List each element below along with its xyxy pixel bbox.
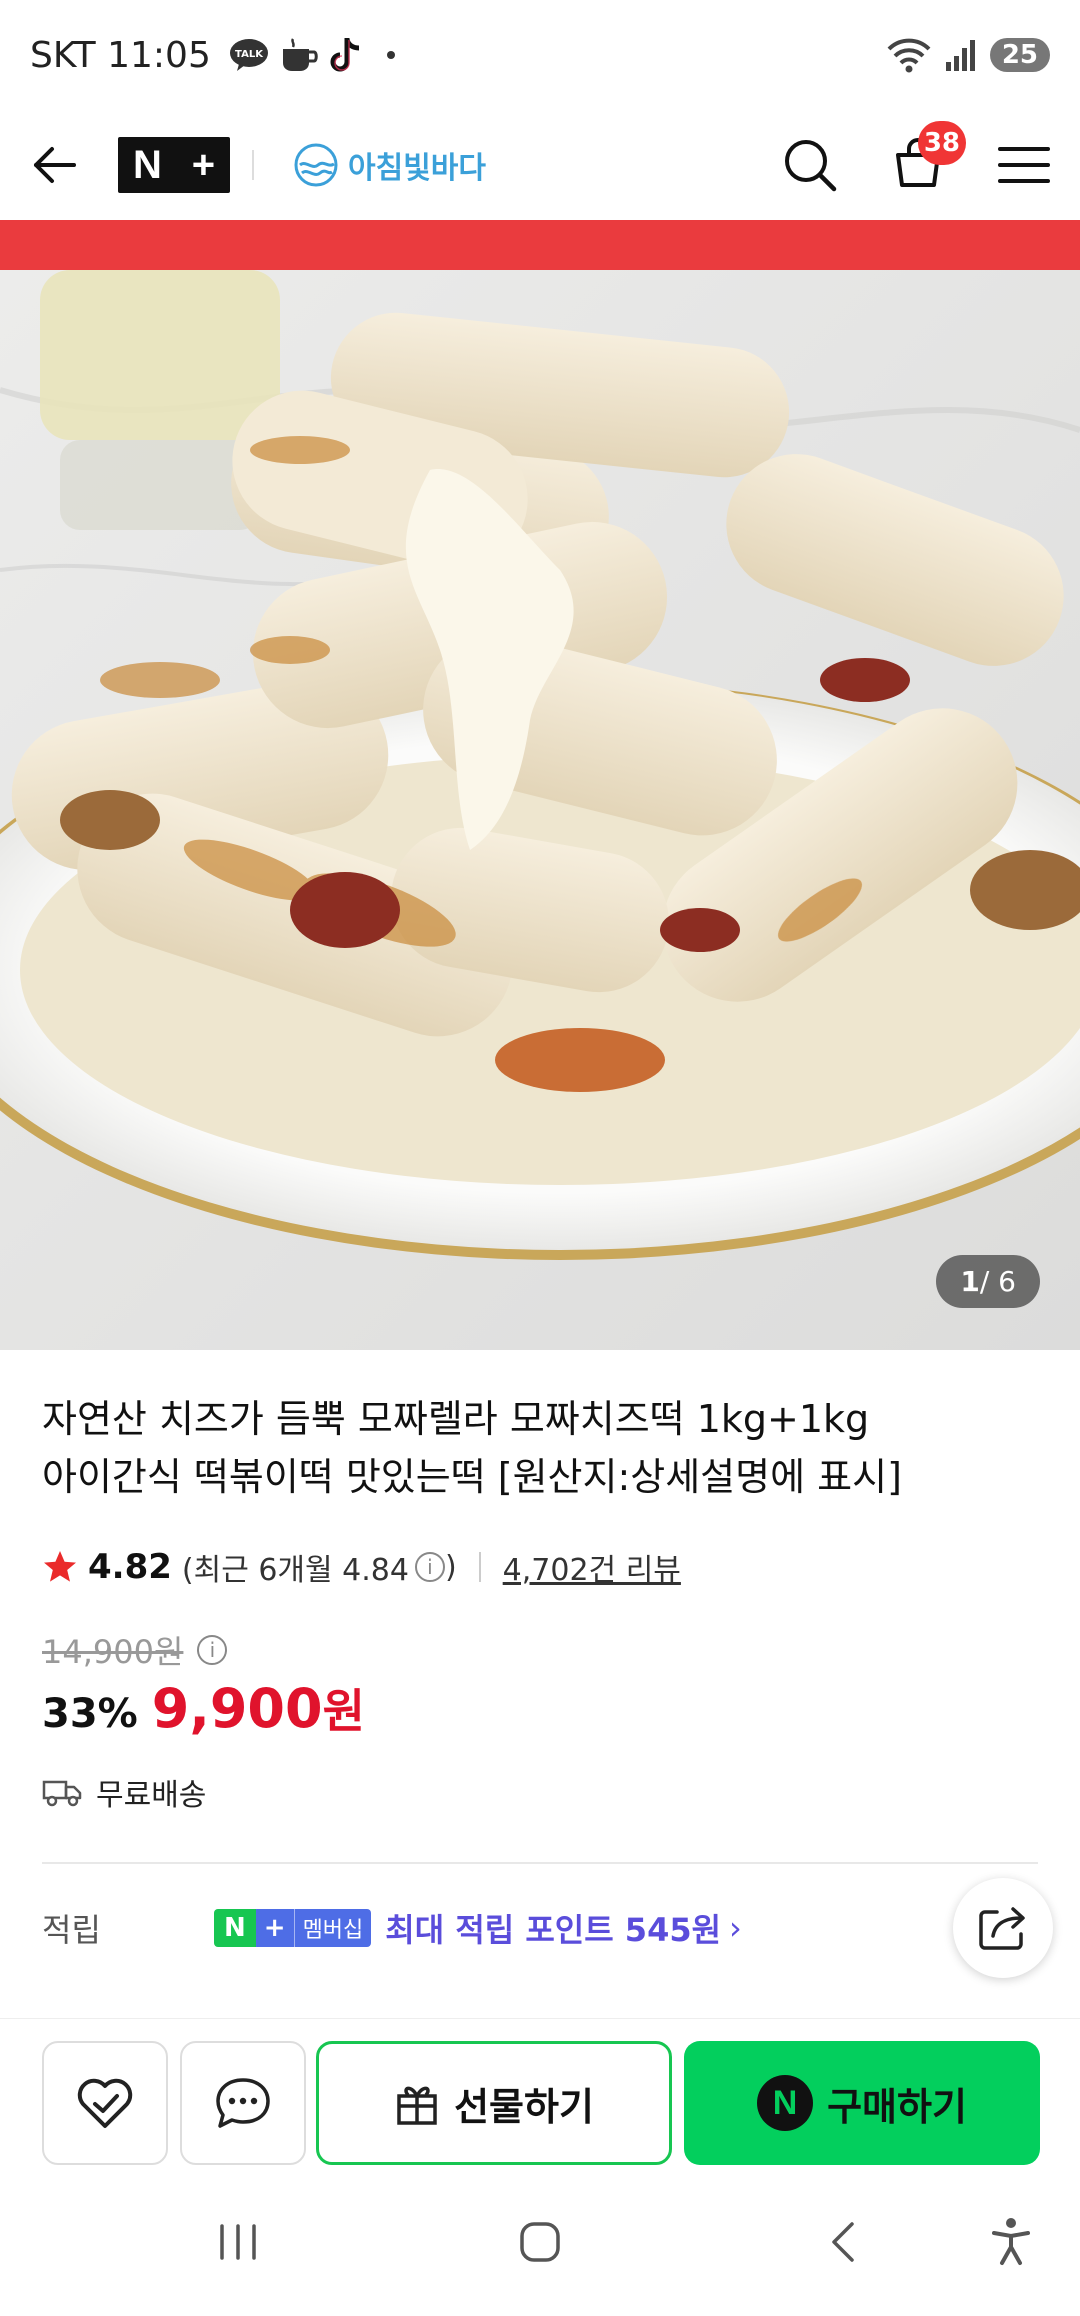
price-row: 33% 9,900 원 — [42, 1675, 365, 1741]
signal-icon — [945, 40, 975, 71]
price-info-icon[interactable]: i — [197, 1635, 228, 1665]
cart-button[interactable]: 38 — [890, 121, 966, 195]
status-bar: SKT 11:05 TALK 25 — [0, 0, 1080, 110]
purchase-action-bar: 선물하기 N 구매하기 — [0, 2018, 1080, 2168]
currency-unit: 원 — [322, 1684, 365, 1738]
gift-icon — [397, 2086, 437, 2125]
brand-name: 아침빛바다 — [348, 151, 486, 186]
max-points-text: 최대 적립 포인트 545원 — [385, 1911, 722, 1949]
battery-indicator: 25 — [989, 38, 1050, 72]
search-icon[interactable] — [782, 137, 838, 193]
delivery-label: 무료배송 — [96, 1778, 207, 1813]
promo-banner-strip — [0, 220, 1080, 270]
tiktok-icon — [330, 38, 360, 72]
share-icon — [979, 1907, 1025, 1950]
sale-price: 9,900 — [151, 1677, 323, 1740]
back-arrow-icon[interactable] — [30, 145, 78, 185]
share-button[interactable] — [953, 1878, 1053, 1978]
recent-rating: (최근 6개월 4.84 — [181, 1553, 409, 1588]
system-navigation-bar — [0, 2168, 1080, 2316]
rating-row: 4.82 (최근 6개월 4.84 i ) 4,702건 리뷰 — [42, 1545, 681, 1589]
original-price: 14,900원 i — [42, 1627, 228, 1673]
wave-logo-icon — [294, 143, 338, 187]
product-photo — [0, 270, 1080, 1350]
header-divider — [252, 150, 254, 180]
naver-pay-icon: N — [757, 2075, 814, 2131]
truncated-content — [42, 2005, 1038, 2017]
back-icon[interactable] — [828, 2220, 858, 2264]
svg-text:TALK: TALK — [235, 49, 264, 60]
review-count-link[interactable]: 4,702건 리뷰 — [503, 1545, 681, 1589]
naver-plus-logo[interactable]: N + — [118, 137, 230, 193]
menu-icon[interactable] — [998, 143, 1050, 187]
product-title: 자연산 치즈가 듬뿍 모짜렐라 모짜치즈떡 1kg+1kg 아이간식 떡볶이떡 … — [42, 1397, 902, 1499]
section-divider — [42, 1862, 1038, 1864]
more-notifications-dot — [386, 51, 395, 59]
gift-label: 선물하기 — [454, 2084, 594, 2129]
status-time: SKT 11:05 — [30, 34, 211, 76]
recent-apps-icon[interactable] — [216, 2222, 260, 2262]
gallery-counter: 1/ 6 — [936, 1255, 1040, 1308]
truck-icon — [42, 1780, 82, 1807]
chat-button[interactable] — [180, 2041, 306, 2165]
delivery-info: 무료배송 — [42, 1770, 206, 1814]
wifi-icon — [887, 38, 931, 73]
buy-label: 구매하기 — [827, 2084, 967, 2129]
chat-bubble-icon — [216, 2078, 270, 2128]
notification-icons: TALK — [229, 36, 395, 74]
gift-button[interactable]: 선물하기 — [316, 2041, 672, 2165]
product-image-gallery[interactable]: 1/ 6 — [0, 270, 1080, 1350]
membership-badge: N + 멤버십 — [214, 1909, 372, 1947]
home-icon[interactable] — [518, 2220, 562, 2264]
recent-rating-close: ) — [444, 1549, 457, 1585]
app-header: N + 아침빛바다 38 — [0, 110, 1080, 220]
accessibility-icon[interactable] — [990, 2217, 1032, 2267]
brand-logo[interactable]: 아침빛바다 — [294, 143, 486, 187]
heart-check-icon — [77, 2078, 133, 2128]
talk-icon: TALK — [229, 39, 268, 71]
rating-score: 4.82 — [88, 1547, 172, 1587]
rating-divider — [478, 1552, 481, 1582]
chevron-right-icon: › — [729, 1909, 742, 1947]
buy-button[interactable]: N 구매하기 — [684, 2041, 1040, 2165]
cup-icon — [282, 38, 318, 71]
info-icon[interactable]: i — [414, 1552, 445, 1582]
points-label: 적립 — [42, 1911, 101, 1949]
discount-rate: 33% — [42, 1691, 138, 1737]
points-row[interactable]: 적립 N + 멤버십 최대 적립 포인트 545원 › — [42, 1905, 1038, 1951]
cart-count-badge: 38 — [917, 121, 966, 165]
wishlist-button[interactable] — [42, 2041, 168, 2165]
star-icon — [44, 1551, 76, 1582]
